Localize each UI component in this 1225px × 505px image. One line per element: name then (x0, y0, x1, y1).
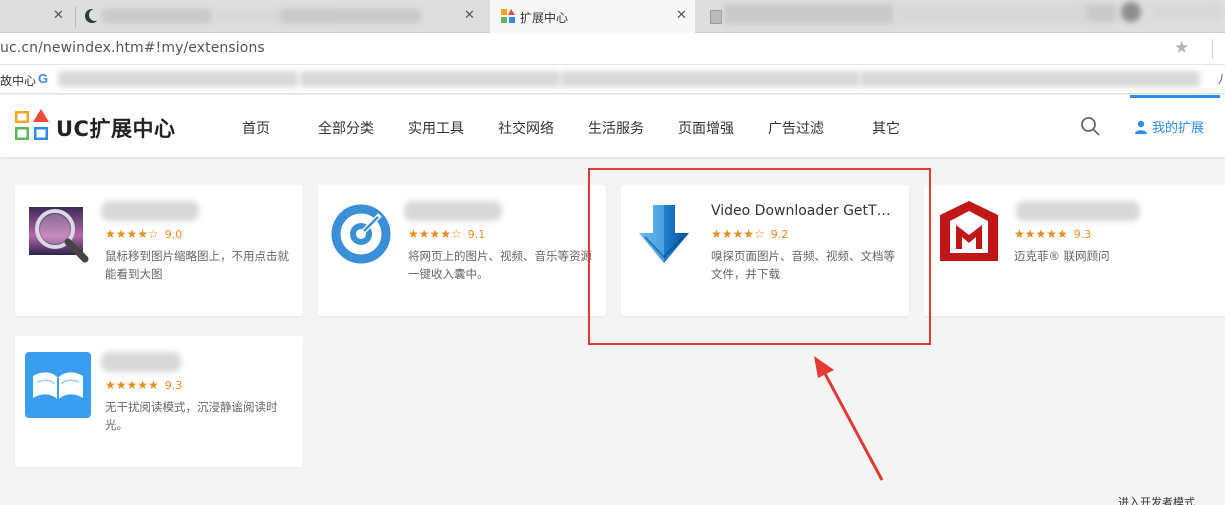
blurred-bookmarks (560, 71, 860, 87)
close-icon[interactable]: ✕ (676, 8, 687, 24)
blurred-tab-title (102, 9, 212, 23)
extension-description: 迈克菲® 联网顾问 (1014, 249, 1110, 263)
rating: ★★★★★ 9.3 (105, 378, 182, 392)
rating: ★★★★☆ 9.0 (105, 227, 182, 241)
rating-score: 9.3 (1073, 228, 1092, 241)
blurred-bookmarks (860, 71, 1200, 87)
bookmark-star-icon[interactable]: ★ (1174, 38, 1189, 58)
blurred-tab-title (1151, 4, 1221, 20)
extension-card[interactable]: ★★★★☆ 9.0 鼠标移到图片缩略图上，不用点击就能看到大图 (15, 185, 303, 316)
extension-card[interactable]: ★★★★★ 9.3 无干扰阅读模式，沉浸静谧阅读时光。 (15, 336, 303, 467)
tab-extensions-active[interactable]: 扩展中心 ✕ (490, 0, 695, 34)
toolbar-divider (1212, 39, 1213, 59)
uc-favicon-icon (501, 9, 515, 23)
tab-4[interactable] (696, 0, 1225, 33)
nav-all-categories[interactable]: 全部分类 (318, 118, 374, 138)
search-icon[interactable] (1080, 116, 1100, 136)
bookmark-bar: 故中心 G 八 (0, 65, 1225, 94)
url-text[interactable]: uc.cn/newindex.htm#!my/extensions (0, 40, 265, 56)
nav-social[interactable]: 社交网络 (498, 118, 554, 138)
blurred-bookmarks (58, 71, 298, 87)
rating-stars: ★★★★★ (105, 378, 159, 392)
tab-bar: ✕ ✕ 扩展中心 ✕ (0, 0, 1225, 34)
tab-title: 扩展中心 (520, 11, 569, 25)
nav-page-enhance[interactable]: 页面增强 (678, 118, 734, 138)
bookmark-item[interactable]: 八 (1218, 70, 1225, 87)
rating-score: 9.3 (164, 379, 183, 392)
rating-score: 9.1 (467, 228, 486, 241)
user-icon (1135, 120, 1147, 134)
nav-ad-filter[interactable]: 广告过滤 (768, 118, 824, 138)
extension-description: 无干扰阅读模式，沉浸静谧阅读时光。 (105, 400, 278, 432)
magnifier-photo-icon (29, 207, 89, 263)
active-tab-indicator (1130, 95, 1220, 98)
tab-2[interactable]: ✕ (76, 0, 488, 33)
blurred-avatar (1121, 2, 1141, 22)
nav-life-services[interactable]: 生活服务 (588, 118, 644, 138)
close-icon[interactable]: ✕ (53, 8, 64, 24)
open-book-icon (25, 352, 91, 418)
blurred-bookmarks (300, 71, 560, 87)
moon-favicon-icon (85, 9, 100, 23)
rating-stars: ★★★★☆ (408, 227, 462, 241)
nav-tools[interactable]: 实用工具 (408, 118, 464, 138)
blurred-tab-title (281, 9, 421, 23)
extension-card[interactable]: ★★★★☆ 9.1 将网页上的图片、视频、音乐等资源一键收入囊中。 (318, 185, 606, 316)
blurred-extension-name (101, 352, 181, 372)
red-arrow-annotation (814, 356, 884, 481)
rating: ★★★★☆ 9.1 (408, 227, 485, 241)
highlight-box (588, 168, 931, 345)
close-icon[interactable]: ✕ (464, 8, 475, 24)
rating-stars: ★★★★☆ (105, 227, 159, 241)
blurred-extension-name (1016, 201, 1140, 221)
site-header: UC扩展中心 首页 全部分类 实用工具 社交网络 生活服务 页面增强 广告过滤 … (0, 95, 1225, 157)
developer-mode-link[interactable]: 进入开发者模式 (1118, 494, 1195, 505)
extension-description: 鼠标移到图片缩略图上，不用点击就能看到大图 (105, 249, 289, 281)
tab-1[interactable]: ✕ (0, 0, 75, 33)
nav-home[interactable]: 首页 (242, 118, 270, 138)
my-extensions-link[interactable]: 我的扩展 (1134, 117, 1204, 136)
google-icon[interactable]: G (38, 71, 48, 86)
blurred-tab-title (896, 4, 1086, 24)
mcafee-shield-icon (940, 201, 998, 261)
rating-score: 9.0 (164, 228, 183, 241)
blurred-extension-name (404, 201, 502, 221)
page-favicon-icon (710, 10, 722, 24)
uc-logo-icon[interactable] (14, 109, 50, 141)
extension-card[interactable]: ★★★★★ 9.3 迈克菲® 联网顾问 (924, 185, 1225, 316)
blurred-extension-name (101, 201, 199, 221)
rating-stars: ★★★★★ (1014, 227, 1068, 241)
bookmark-item[interactable]: 故中心 (0, 72, 36, 89)
blurred-tab-title (1086, 4, 1116, 22)
my-extensions-label: 我的扩展 (1152, 121, 1205, 136)
target-circle-icon (331, 204, 391, 264)
blurred-tab-title (724, 4, 894, 24)
extension-description: 将网页上的图片、视频、音乐等资源一键收入囊中。 (408, 249, 592, 281)
rating: ★★★★★ 9.3 (1014, 227, 1091, 241)
address-bar[interactable]: uc.cn/newindex.htm#!my/extensions ★ (0, 33, 1225, 65)
site-logo-text[interactable]: UC扩展中心 (56, 113, 175, 143)
nav-other[interactable]: 其它 (872, 118, 900, 138)
